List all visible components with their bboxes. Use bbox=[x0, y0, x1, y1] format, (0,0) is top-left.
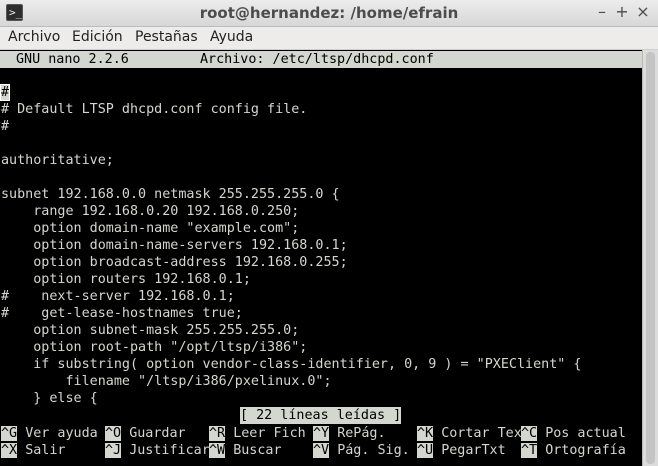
menu-pestanas[interactable]: Pestañas bbox=[135, 29, 198, 45]
status-message: [ 22 líneas leídas ] bbox=[240, 407, 402, 424]
terminal-window: >_ root@hernandez: /home/efrain – + × Ar… bbox=[0, 0, 658, 466]
close-button[interactable]: × bbox=[633, 2, 653, 22]
menu-bar: Archivo Edición Pestañas Ayuda bbox=[0, 27, 658, 50]
code-line: # bbox=[1, 119, 10, 134]
shortcut-label: Guardar bbox=[129, 426, 186, 441]
scrollbar-thumb[interactable] bbox=[646, 52, 655, 464]
shortcut-key: ^U bbox=[417, 443, 434, 458]
code-line: option root-path "/opt/ltsp/i386"; bbox=[1, 340, 308, 355]
window-title: root@hernandez: /home/efrain bbox=[199, 4, 459, 22]
shortcut-key: ^C bbox=[521, 426, 538, 441]
shortcut-label: Justificar bbox=[129, 443, 210, 458]
shortcut-key: ^Y bbox=[313, 426, 330, 441]
menu-archivo[interactable]: Archivo bbox=[8, 29, 60, 45]
shortcut-buscar[interactable]: ^W Buscar bbox=[209, 442, 282, 459]
shortcut-label: Ortografía bbox=[545, 443, 626, 458]
code-line: # Default LTSP dhcpd.conf config file. bbox=[1, 102, 308, 117]
shortcut-key: ^W bbox=[209, 443, 226, 458]
maximize-button[interactable]: + bbox=[612, 2, 632, 22]
code-line: authoritative; bbox=[1, 153, 114, 168]
code-line: # next-server 192.168.0.1; bbox=[1, 289, 235, 304]
shortcut-key: ^O bbox=[105, 426, 122, 441]
shortcut-key: ^G bbox=[1, 426, 18, 441]
menu-edicion[interactable]: Edición bbox=[72, 29, 123, 45]
shortcut-pag-sig[interactable]: ^V Pág. Sig. bbox=[313, 442, 410, 459]
shortcut-key: ^X bbox=[1, 443, 18, 458]
shortcut-label: Salir bbox=[25, 443, 66, 458]
shortcut-key: ^V bbox=[313, 443, 330, 458]
shortcut-pos-actual[interactable]: ^C Pos actual bbox=[521, 425, 626, 442]
shortcut-label: Buscar bbox=[233, 443, 282, 458]
shortcut-cortar-tex[interactable]: ^K Cortar Tex bbox=[417, 425, 522, 442]
nano-version: GNU nano 2.2.6 bbox=[16, 52, 129, 67]
shortcut-key: ^K bbox=[417, 426, 434, 441]
code-line: } else { bbox=[1, 391, 98, 406]
title-bar[interactable]: >_ root@hernandez: /home/efrain – + × bbox=[0, 0, 658, 27]
nano-header: GNU nano 2.2.6 Archivo: /etc/ltsp/dhcpd.… bbox=[0, 51, 642, 68]
code-line: option broadcast-address 192.168.0.255; bbox=[1, 255, 348, 270]
shortcut-label: Leer Fich bbox=[233, 426, 306, 441]
shortcut-repag[interactable]: ^Y RePág. bbox=[313, 425, 386, 442]
shortcut-ortografia[interactable]: ^T Ortografía bbox=[521, 442, 626, 459]
code-line: subnet 192.168.0.0 netmask 255.255.255.0… bbox=[1, 187, 340, 202]
code-line: option domain-name "example.com"; bbox=[1, 221, 300, 236]
shortcut-label: Ver ayuda bbox=[25, 426, 98, 441]
shortcut-ver-ayuda[interactable]: ^G Ver ayuda bbox=[1, 425, 98, 442]
shortcut-label: PegarTxt bbox=[441, 443, 506, 458]
editor-text[interactable]: # # Default LTSP dhcpd.conf config file.… bbox=[0, 84, 582, 407]
shortcut-label: RePág. bbox=[337, 426, 386, 441]
code-line: range 192.168.0.20 192.168.0.250; bbox=[1, 204, 300, 219]
nano-filename: Archivo: /etc/ltsp/dhcpd.conf bbox=[200, 52, 434, 67]
code-line: option routers 192.168.0.1; bbox=[1, 272, 251, 287]
text-cursor: # bbox=[0, 84, 11, 101]
menu-ayuda[interactable]: Ayuda bbox=[210, 29, 253, 45]
code-line: option subnet-mask 255.255.255.0; bbox=[1, 323, 300, 338]
code-line: option domain-name-servers 192.168.0.1; bbox=[1, 238, 348, 253]
shortcut-label: Cortar Tex bbox=[441, 426, 522, 441]
minimize-button[interactable]: – bbox=[592, 2, 612, 22]
shortcut-key: ^R bbox=[209, 426, 226, 441]
shortcut-justificar[interactable]: ^J Justificar bbox=[105, 442, 210, 459]
vertical-scrollbar[interactable] bbox=[642, 50, 658, 466]
code-line: if substring( option vendor-class-identi… bbox=[1, 357, 582, 372]
shortcut-bar: ^G Ver ayuda ^O Guardar ^R Leer Fich ^Y … bbox=[1, 425, 642, 459]
shortcut-label: Pos actual bbox=[545, 426, 626, 441]
code-line: filename "/ltsp/i386/pxelinux.0"; bbox=[1, 374, 332, 389]
shortcut-label: Pág. Sig. bbox=[337, 443, 410, 458]
shortcut-leer-fich[interactable]: ^R Leer Fich bbox=[209, 425, 306, 442]
code-line: # get-lease-hostnames true; bbox=[1, 306, 243, 321]
shortcut-key: ^J bbox=[105, 443, 122, 458]
shortcut-pegartxt[interactable]: ^U PegarTxt bbox=[417, 442, 506, 459]
shortcut-salir[interactable]: ^X Salir bbox=[1, 442, 66, 459]
shortcut-key: ^T bbox=[521, 443, 538, 458]
terminal-area[interactable]: GNU nano 2.2.6 Archivo: /etc/ltsp/dhcpd.… bbox=[0, 50, 642, 466]
shortcut-guardar[interactable]: ^O Guardar bbox=[105, 425, 186, 442]
